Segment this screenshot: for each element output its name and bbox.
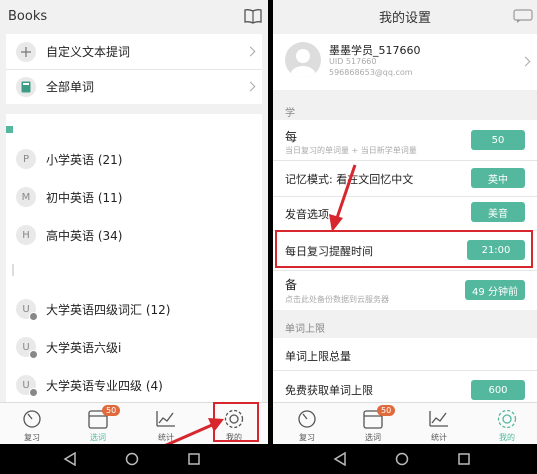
book-label: 初中英语 (11) bbox=[46, 190, 123, 205]
tab-select-words[interactable]: 50 选词 bbox=[349, 403, 397, 445]
home-icon[interactable] bbox=[395, 452, 409, 466]
tab-stats[interactable]: 统计 bbox=[415, 403, 463, 445]
daily-words-row[interactable]: 每 当日复习的单词量 + 当日新学单词量 50 bbox=[273, 120, 537, 160]
memory-mode-value[interactable]: 英中 bbox=[471, 168, 525, 188]
book-list-card: P 小学英语 (21) M 初中英语 (11) H 高中英语 (34) U 大学… bbox=[6, 114, 262, 404]
book-label: 高中英语 (34) bbox=[46, 228, 123, 243]
book-label: 大学英语专业四级 (4) bbox=[46, 378, 163, 393]
book-item-tem4[interactable]: U 大学英语专业四级 (4) bbox=[6, 370, 262, 400]
book-label: 大学英语六级i bbox=[46, 340, 122, 355]
letter-avatar: U bbox=[16, 375, 38, 397]
profile-card[interactable]: 墨墨学员_517660 UID 517660 596868653@qq.com bbox=[273, 34, 537, 90]
section-marker bbox=[6, 126, 13, 133]
books-screen: Books 自定义文本提词 全部单词 P 小学英语 (21) M 初中英语 (1… bbox=[0, 0, 268, 474]
tab-select-words[interactable]: 50 选词 bbox=[74, 403, 122, 445]
home-icon[interactable] bbox=[125, 452, 139, 466]
section-study-header: 学 bbox=[285, 108, 295, 119]
arrow-annotation bbox=[329, 164, 357, 232]
books-title: Books bbox=[8, 8, 48, 24]
tab-review[interactable]: 复习 bbox=[8, 403, 56, 445]
free-limit-label: 免费获取单词上限 bbox=[285, 384, 373, 397]
clock-icon bbox=[298, 410, 316, 428]
daily-words-subtitle: 当日复习的单词量 + 当日新学单词量 bbox=[285, 146, 417, 155]
profile-name: 墨墨学员_517660 bbox=[329, 44, 421, 57]
avatar bbox=[285, 42, 321, 78]
all-words-label: 全部单词 bbox=[46, 80, 95, 94]
limit-total-label: 单词上限总量 bbox=[285, 350, 351, 363]
settings-list-study: 每 当日复习的单词量 + 当日新学单词量 50 记忆模式: 看在文回忆中文 英中… bbox=[273, 120, 537, 310]
tab-review[interactable]: 复习 bbox=[283, 403, 331, 445]
profile-email: 596868653@qq.com bbox=[329, 68, 413, 77]
chart-line-icon bbox=[429, 411, 448, 427]
book-item-primary[interactable]: P 小学英语 (21) bbox=[6, 144, 262, 174]
letter-avatar: M bbox=[16, 187, 36, 207]
chevron-right-icon bbox=[245, 46, 256, 57]
chevron-right-icon bbox=[245, 81, 256, 92]
pronunciation-value[interactable]: 美音 bbox=[471, 202, 525, 222]
book-icon bbox=[16, 76, 36, 97]
recents-icon[interactable] bbox=[187, 452, 201, 466]
tab-mine[interactable]: 我的 bbox=[483, 403, 531, 445]
section-limit-header: 单词上限 bbox=[285, 324, 325, 335]
top-menu-card: 自定义文本提词 全部单词 bbox=[6, 34, 262, 104]
backup-subtitle: 点击此处备份数据到云服务器 bbox=[285, 295, 389, 304]
free-limit-row[interactable]: 免费获取单词上限 600 bbox=[273, 370, 537, 402]
backup-title: 备 bbox=[285, 278, 298, 292]
badge-count: 50 bbox=[377, 405, 396, 416]
custom-text-item[interactable]: 自定义文本提词 bbox=[6, 34, 262, 69]
books-header: Books bbox=[0, 0, 268, 32]
pronunciation-row[interactable]: 发音选项 美音 bbox=[273, 196, 537, 230]
highlight-box bbox=[275, 230, 533, 268]
letter-avatar: P bbox=[16, 149, 36, 169]
book-item-cet4[interactable]: U 大学英语四级词汇 (12) bbox=[6, 294, 262, 324]
chat-icon[interactable] bbox=[513, 9, 533, 26]
backup-value[interactable]: 49 分钟前 bbox=[465, 280, 525, 300]
plus-icon bbox=[16, 41, 36, 62]
recents-icon[interactable] bbox=[457, 452, 471, 466]
book-item-high[interactable]: H 高中英语 (34) bbox=[6, 220, 262, 250]
settings-title: 我的设置 bbox=[378, 10, 431, 26]
chevron-right-icon bbox=[520, 56, 531, 67]
badge-count: 50 bbox=[102, 405, 121, 416]
memory-mode-row[interactable]: 记忆模式: 看在文回忆中文 英中 bbox=[273, 160, 537, 196]
book-item-cet6[interactable]: U 大学英语六级i bbox=[6, 332, 262, 362]
back-icon[interactable] bbox=[333, 452, 347, 466]
settings-screen: 我的设置 墨墨学员_517660 UID 517660 596868653@qq… bbox=[273, 0, 537, 474]
limit-total-row[interactable]: 单词上限总量 bbox=[273, 338, 537, 370]
settings-list-limit: 单词上限总量 免费获取单词上限 600 bbox=[273, 338, 537, 402]
bottom-tab-bar: 复习 50 选词 统计 我的 bbox=[273, 402, 537, 444]
profile-uid: UID 517660 bbox=[329, 57, 377, 66]
android-nav-bar bbox=[273, 444, 537, 474]
book-label: 小学英语 (21) bbox=[46, 152, 123, 167]
back-icon[interactable] bbox=[63, 452, 77, 466]
custom-text-label: 自定义文本提词 bbox=[46, 45, 131, 59]
backup-row[interactable]: 备 点击此处备份数据到云服务器 49 分钟前 bbox=[273, 270, 537, 310]
android-nav-bar bbox=[0, 444, 268, 474]
daily-words-value[interactable]: 50 bbox=[471, 130, 525, 150]
free-limit-value[interactable]: 600 bbox=[471, 380, 525, 400]
letter-avatar: H bbox=[16, 225, 36, 245]
book-item-middle[interactable]: M 初中英语 (11) bbox=[6, 182, 262, 212]
section-marker-faded bbox=[12, 264, 14, 276]
settings-header: 我的设置 bbox=[273, 0, 537, 32]
letter-avatar: U bbox=[16, 337, 38, 359]
book-label: 大学英语四级词汇 (12) bbox=[46, 302, 171, 317]
letter-avatar: U bbox=[16, 299, 38, 321]
gear-icon bbox=[497, 409, 517, 429]
clock-icon bbox=[23, 410, 41, 428]
book-open-icon[interactable] bbox=[244, 8, 262, 27]
all-words-item[interactable]: 全部单词 bbox=[6, 69, 262, 104]
daily-words-title: 每 bbox=[285, 130, 298, 144]
